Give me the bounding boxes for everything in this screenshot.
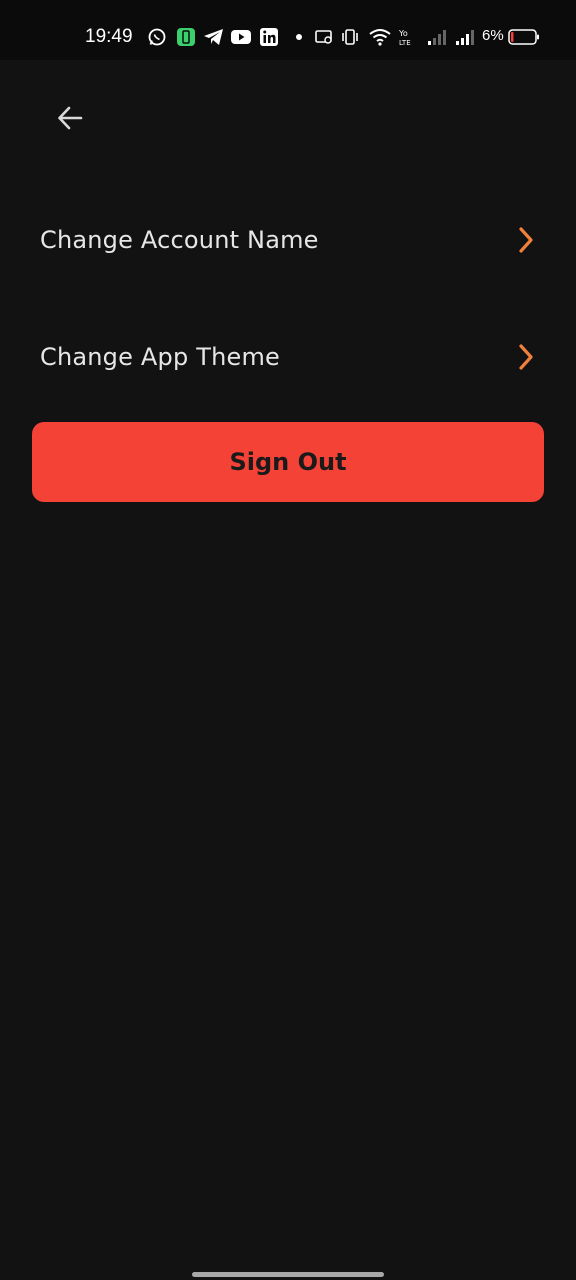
change-app-theme-row[interactable]: Change App Theme bbox=[40, 327, 536, 387]
youtube-icon bbox=[231, 30, 251, 44]
whatsapp-icon bbox=[148, 28, 166, 46]
battery-percent: 6% bbox=[482, 27, 504, 44]
chevron-right-icon bbox=[516, 342, 536, 372]
cast-icon bbox=[315, 30, 332, 44]
status-time: 19:49 bbox=[85, 26, 133, 47]
wifi-icon bbox=[369, 29, 391, 46]
signal-1-icon bbox=[428, 30, 446, 45]
change-account-name-label: Change Account Name bbox=[40, 226, 319, 254]
settings-screen: 19:49 Yo LTE 6% Change Account Name Chan… bbox=[0, 0, 576, 1280]
svg-text:Yo: Yo bbox=[398, 29, 408, 38]
linkedin-icon bbox=[260, 28, 278, 46]
notification-dot-icon bbox=[296, 34, 302, 40]
arrow-left-icon bbox=[58, 106, 83, 130]
signal-2-icon bbox=[456, 30, 474, 45]
vibrate-icon bbox=[342, 29, 358, 45]
chevron-right-icon bbox=[516, 225, 536, 255]
telegram-icon bbox=[204, 29, 223, 45]
back-button[interactable] bbox=[48, 96, 92, 140]
status-bar: 19:49 Yo LTE 6% bbox=[0, 0, 576, 60]
battery-icon bbox=[508, 29, 539, 45]
change-app-theme-label: Change App Theme bbox=[40, 343, 281, 371]
home-indicator[interactable] bbox=[192, 1272, 384, 1277]
volte-icon: Yo LTE bbox=[398, 29, 411, 47]
battery-saver-icon bbox=[177, 28, 195, 46]
sign-out-button[interactable]: Sign Out bbox=[32, 422, 544, 502]
svg-text:LTE: LTE bbox=[399, 39, 411, 47]
change-account-name-row[interactable]: Change Account Name bbox=[40, 210, 536, 270]
